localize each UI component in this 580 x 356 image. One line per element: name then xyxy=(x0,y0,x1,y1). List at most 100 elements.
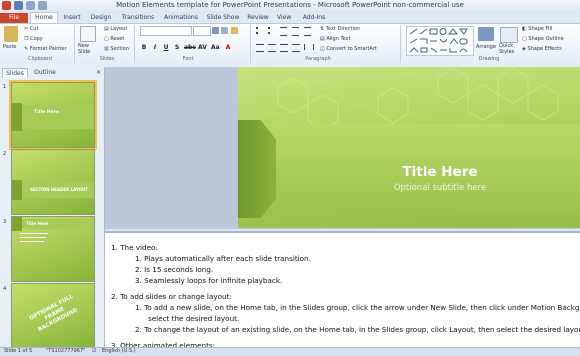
language-indicator[interactable]: English (U.S.) xyxy=(102,348,136,354)
slide-thumbnail[interactable]: Title Here xyxy=(11,216,95,282)
shape-outline-label: Shape Outline xyxy=(528,36,564,42)
slide-thumbnail[interactable]: Title Here xyxy=(9,80,97,150)
undo-icon[interactable] xyxy=(26,1,35,10)
cut-button[interactable]: ✂ Cut xyxy=(24,26,38,32)
clear-formatting-icon[interactable] xyxy=(231,27,238,34)
new-slide-button[interactable]: New Slide xyxy=(78,43,102,55)
numbering-icon[interactable] xyxy=(268,27,277,34)
shapes-gallery-icons xyxy=(409,28,468,53)
tab-file[interactable]: File xyxy=(0,13,28,23)
increase-indent-icon[interactable] xyxy=(292,27,299,36)
tab-view[interactable]: View xyxy=(274,13,294,23)
columns-icon[interactable] xyxy=(304,44,314,50)
change-case-icon[interactable]: Aa xyxy=(211,44,220,52)
tab-shape xyxy=(238,120,276,218)
tab-animations[interactable]: Animations xyxy=(162,13,200,23)
thumbnail-tab-shape xyxy=(12,180,22,200)
notes-line: select the desired layout. xyxy=(148,314,240,323)
shapes-gallery[interactable] xyxy=(406,26,474,56)
copy-label: Copy xyxy=(30,36,43,42)
slide-thumbnail[interactable]: SECTION HEADER LAYOUT xyxy=(11,149,95,215)
ribbon-separator xyxy=(134,25,135,63)
ribbon-separator xyxy=(74,25,75,63)
tab-review[interactable]: Review xyxy=(246,13,270,23)
character-spacing-icon[interactable]: AV xyxy=(198,44,207,52)
layout-label: Layout xyxy=(110,26,128,32)
shape-fill-label: Shape Fill xyxy=(528,26,553,32)
grow-font-icon[interactable] xyxy=(212,27,219,34)
copy-button[interactable]: ❐ Copy xyxy=(24,36,43,42)
thumbnail-number: 1 xyxy=(3,84,7,90)
text-direction-label: Text Direction xyxy=(325,26,361,32)
tab-slide-show[interactable]: Slide Show xyxy=(204,13,242,23)
save-icon[interactable] xyxy=(14,1,23,10)
spellcheck-icon[interactable]: ☑ xyxy=(92,348,96,354)
theme-name[interactable]: "TS102777967" xyxy=(46,348,85,354)
bold-icon[interactable]: B xyxy=(140,44,148,52)
text-direction-button[interactable]: ⇅ Text Direction xyxy=(320,26,360,32)
thumbnail-title: SECTION HEADER LAYOUT xyxy=(30,187,88,192)
thumbnail-title: Title Here xyxy=(26,221,49,226)
slide-thumbnail[interactable]: OPTIONAL FULL FRAME BACKGROUND xyxy=(11,283,95,349)
paste-icon[interactable] xyxy=(4,26,18,42)
decrease-indent-icon[interactable] xyxy=(280,27,287,36)
font-name-dropdown[interactable] xyxy=(140,26,192,36)
font-color-icon[interactable]: A xyxy=(224,44,232,52)
close-pane-icon[interactable]: ✕ xyxy=(96,69,101,76)
clipboard-group-label: Clipboard xyxy=(28,56,52,62)
font-size-dropdown[interactable] xyxy=(193,26,211,36)
thumbnail-tab-shape xyxy=(12,103,22,131)
format-painter-label: Format Painter xyxy=(29,46,67,52)
slide-subtitle[interactable]: Optional subtitle here xyxy=(300,183,580,193)
window-title: Motion Elements template for PowerPoint … xyxy=(116,1,464,9)
notes-line: 1. The video: xyxy=(111,243,158,252)
shape-outline-button[interactable]: ▢ Shape Outline xyxy=(522,36,564,42)
quick-styles-button[interactable]: Quick Styles xyxy=(499,43,519,55)
new-slide-icon[interactable] xyxy=(80,26,96,42)
paste-button[interactable]: Paste xyxy=(3,44,17,50)
powerpoint-logo-icon[interactable] xyxy=(2,1,11,10)
underline-icon[interactable]: U xyxy=(162,44,170,52)
tab-outline[interactable]: Outline xyxy=(30,68,60,77)
justify-icon[interactable] xyxy=(292,44,300,52)
notes-line: 1. To add a new slide, on the Home tab, … xyxy=(135,303,580,312)
shrink-font-icon[interactable] xyxy=(221,27,228,34)
tab-slides[interactable]: Slides xyxy=(2,68,28,78)
align-right-icon[interactable] xyxy=(280,44,288,52)
tab-add-ins[interactable]: Add-Ins xyxy=(300,13,328,23)
redo-icon[interactable] xyxy=(38,1,47,10)
line-spacing-icon[interactable] xyxy=(304,27,311,36)
thumbnail-title: OPTIONAL FULL FRAME BACKGROUND xyxy=(28,293,79,334)
notes-pane[interactable]: 1. The video: 1. Plays automatically aft… xyxy=(105,231,580,349)
thumbnail-number: 3 xyxy=(3,219,7,225)
ribbon-separator xyxy=(400,25,401,63)
italic-icon[interactable]: I xyxy=(151,44,159,52)
arrange-button[interactable]: Arrange xyxy=(476,44,496,50)
slides-group-label: Slides xyxy=(99,56,115,62)
shape-fill-button[interactable]: ◧ Shape Fill xyxy=(522,26,552,32)
align-left-icon[interactable] xyxy=(256,44,264,52)
notes-line: 2. To add slides or change layout: xyxy=(111,292,232,301)
arrange-icon[interactable] xyxy=(478,27,494,41)
reset-button[interactable]: ▢ Reset xyxy=(104,36,124,42)
drawing-group-label: Drawing xyxy=(478,56,500,62)
format-painter-button[interactable]: ✎ Format Painter xyxy=(24,46,67,52)
slide-title[interactable]: Title Here xyxy=(300,164,580,180)
convert-smartart-button[interactable]: ◫ Convert to SmartArt xyxy=(320,46,377,52)
tab-design[interactable]: Design xyxy=(88,13,114,23)
slide-counter: Slide 1 of 5 xyxy=(4,348,33,354)
notes-line: 1. Plays automatically after each slide … xyxy=(135,254,311,263)
shadow-icon[interactable]: S xyxy=(173,44,181,52)
tab-insert[interactable]: Insert xyxy=(60,13,84,23)
align-text-button[interactable]: ▤ Align Text xyxy=(320,36,351,42)
section-button[interactable]: ▥ Section xyxy=(104,46,129,52)
quick-styles-icon[interactable] xyxy=(500,27,518,43)
tab-transitions[interactable]: Transitions xyxy=(118,13,158,23)
layout-button[interactable]: ▤ Layout xyxy=(104,26,127,32)
strikethrough-icon[interactable]: abc xyxy=(184,44,196,52)
title-bar: Motion Elements template for PowerPoint … xyxy=(0,0,580,14)
thumbnail-title: Title Here xyxy=(34,110,60,115)
shape-effects-button[interactable]: ◈ Shape Effects xyxy=(522,46,562,52)
align-center-icon[interactable] xyxy=(268,44,276,52)
bullets-icon[interactable] xyxy=(256,27,265,34)
